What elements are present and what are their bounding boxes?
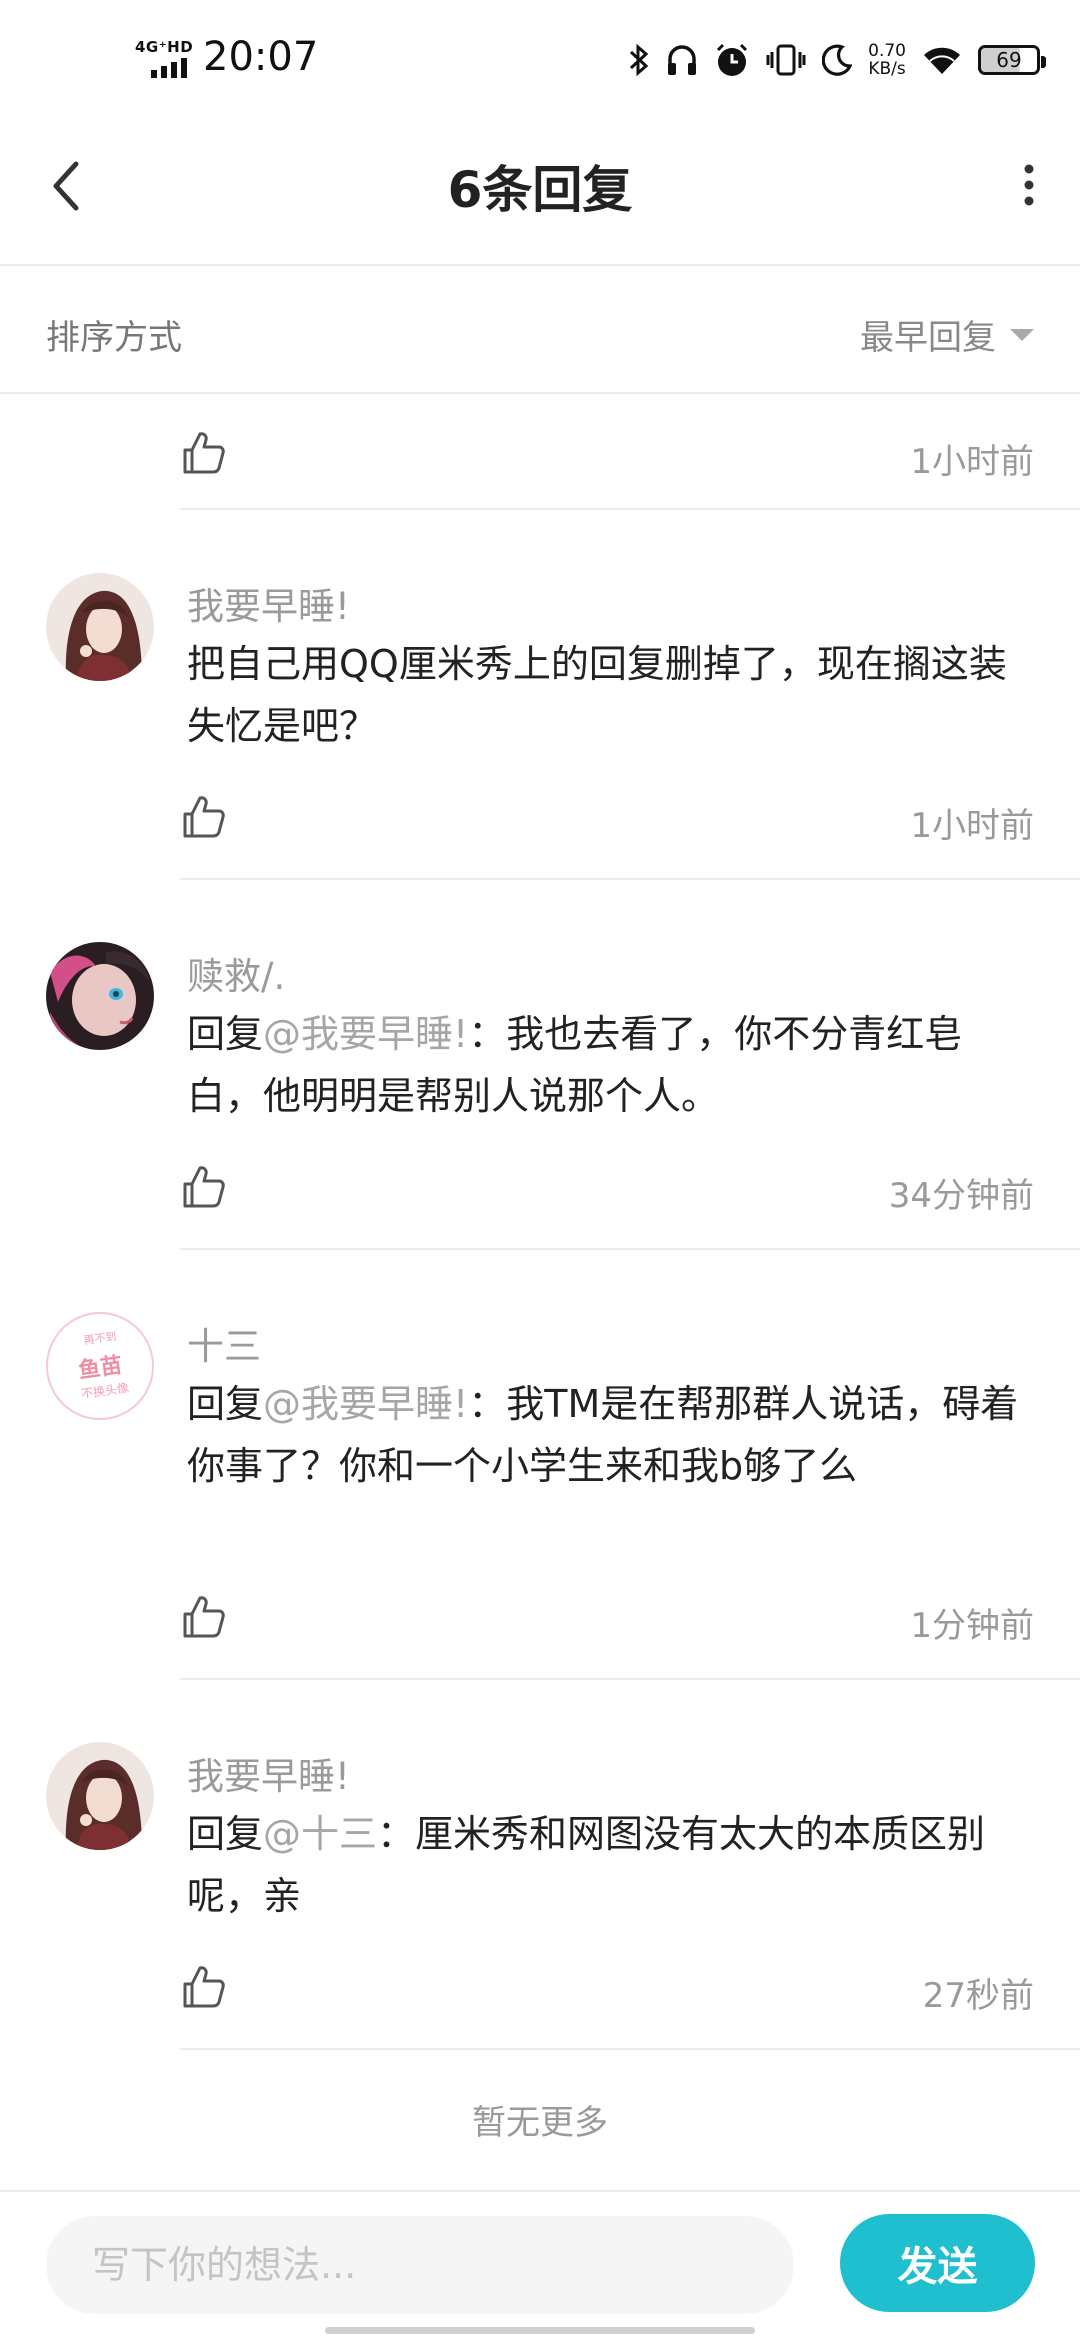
send-button[interactable]: 发送 bbox=[840, 2214, 1035, 2312]
username[interactable]: 赎救/. bbox=[187, 946, 285, 1000]
list-item: 1小时前 bbox=[0, 394, 1080, 510]
network-type-label: 4G⁺HD bbox=[135, 38, 194, 56]
reply-item: 赎救/. 回复@我要早睡!：我也去看了，你不分青红皂白，他明明是帮别人说那个人。… bbox=[0, 880, 1080, 1250]
bluetooth-icon bbox=[630, 43, 649, 77]
like-icon[interactable] bbox=[180, 430, 226, 476]
vibrate-icon bbox=[766, 44, 806, 76]
mention-link[interactable]: @十三 bbox=[263, 1812, 377, 1856]
status-time: 20:07 bbox=[203, 34, 319, 80]
reply-time: 34分钟前 bbox=[888, 1176, 1034, 1216]
mention-link[interactable]: @我要早睡! bbox=[263, 1382, 468, 1426]
no-more-text: 暂无更多 bbox=[472, 2103, 608, 2143]
battery-icon: 69 bbox=[978, 45, 1046, 75]
moon-icon bbox=[822, 44, 853, 76]
page-title: 6条回复 bbox=[447, 161, 633, 219]
reply-time: 1小时前 bbox=[910, 806, 1034, 846]
reply-content: 回复@十三：厘米秀和网图没有太大的本质区别呢，亲 bbox=[187, 1812, 986, 1918]
alarm-icon bbox=[717, 43, 748, 76]
username[interactable]: 十三 bbox=[187, 1316, 261, 1370]
composer-bar: 发送 bbox=[0, 2190, 1080, 2340]
divider bbox=[180, 2048, 1080, 2050]
like-icon[interactable] bbox=[180, 1164, 226, 1210]
sort-dropdown[interactable]: 最早回复 bbox=[860, 310, 1034, 359]
dropdown-triangle-icon bbox=[1010, 328, 1034, 341]
sort-label: 排序方式 bbox=[46, 318, 182, 358]
reply-item: 我要早睡! 回复@十三：厘米秀和网图没有太大的本质区别呢，亲 27秒前 bbox=[0, 1680, 1080, 2050]
reply-content: 回复@我要早睡!：我TM是在帮那群人说话，碍着你事了？你和一个小学生来和我b够了… bbox=[187, 1382, 1019, 1488]
reply-content: 把自己用QQ厘米秀上的回复删掉了，现在搁这装失忆是吧？ bbox=[187, 642, 1007, 748]
username[interactable]: 我要早睡! bbox=[187, 576, 350, 630]
status-bar: 4G⁺HD 20:07 0.70 KB/s 69 bbox=[0, 0, 1080, 120]
sort-value: 最早回复 bbox=[860, 318, 996, 358]
mention-link[interactable]: @我要早睡! bbox=[263, 1012, 468, 1056]
avatar[interactable] bbox=[46, 573, 154, 681]
reply-input[interactable] bbox=[46, 2216, 794, 2314]
reply-time: 1分钟前 bbox=[910, 1606, 1034, 1646]
like-icon[interactable] bbox=[180, 1594, 226, 1640]
reply-time: 1小时前 bbox=[910, 442, 1034, 482]
reply-item: 我要早睡! 把自己用QQ厘米秀上的回复删掉了，现在搁这装失忆是吧？ 1小时前 bbox=[0, 510, 1080, 880]
like-icon[interactable] bbox=[180, 1964, 226, 2010]
like-icon[interactable] bbox=[180, 794, 226, 840]
wifi-icon bbox=[924, 47, 960, 74]
home-indicator[interactable] bbox=[325, 2327, 755, 2334]
reply-content: 回复@我要早睡!：我也去看了，你不分青红皂白，他明明是帮别人说那个人。 bbox=[187, 1012, 963, 1118]
headphones-icon bbox=[668, 45, 697, 75]
avatar[interactable] bbox=[46, 942, 154, 1050]
reply-time: 27秒前 bbox=[922, 1976, 1034, 2016]
more-options-icon[interactable] bbox=[1014, 160, 1044, 210]
avatar[interactable] bbox=[46, 1742, 154, 1850]
sort-bar: 排序方式 最早回复 bbox=[0, 266, 1080, 394]
header: 6条回复 bbox=[0, 120, 1080, 266]
reply-item: 再不到 鱼苗 不换头像 十三 回复@我要早睡!：我TM是在帮那群人说话，碍着你事… bbox=[0, 1250, 1080, 1680]
avatar[interactable]: 再不到 鱼苗 不换头像 bbox=[46, 1312, 154, 1420]
username[interactable]: 我要早睡! bbox=[187, 1746, 350, 1800]
cellular-signal-icon: 4G⁺HD bbox=[135, 38, 193, 80]
network-speed: 0.70 KB/s bbox=[868, 41, 906, 79]
